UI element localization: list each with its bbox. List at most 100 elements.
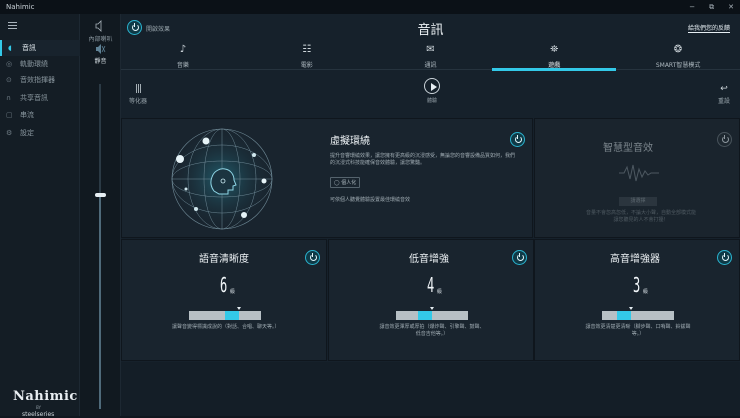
sidebar-item-stream[interactable]: ▢ 串流 bbox=[0, 107, 80, 123]
volume-thumb[interactable] bbox=[95, 192, 106, 197]
voice-clarity-title: 語音清晰度 bbox=[199, 254, 249, 265]
tab-movie[interactable]: ☷ 電影 bbox=[245, 42, 369, 69]
smart-mode-icon: ❂ bbox=[673, 44, 683, 55]
bass-boost-fill bbox=[417, 311, 432, 320]
sidebar-item-label: 音效指揮器 bbox=[20, 76, 55, 84]
sidebar-item-surround[interactable]: ◎ 軌動環繞 bbox=[0, 56, 80, 72]
sidebar-item-settings[interactable]: ⚙ 設定 bbox=[0, 125, 80, 141]
feedback-link[interactable]: 給我們您的反饋 bbox=[687, 23, 730, 33]
surround-icon: ◎ bbox=[6, 60, 13, 68]
sidebar: ◖ 音訊 ◎ 軌動環繞 ⊙ 音效指揮器 ∩ 共享音訊 ▢ 串流 ⚙ 設定 Nah… bbox=[0, 14, 80, 418]
sidebar-item-sound-tracker[interactable]: ⊙ 音效指揮器 bbox=[0, 72, 80, 88]
treble-boost-fill bbox=[616, 311, 631, 320]
tab-gaming[interactable]: ⛯ 遊戲 bbox=[492, 42, 616, 71]
sidebar-item-label: 軌動環繞 bbox=[20, 60, 48, 68]
virtual-surround-power-icon[interactable] bbox=[510, 132, 525, 147]
steelseries-logo: steelseries bbox=[22, 411, 55, 418]
treble-boost-description: 讓音效更清楚更清晰（腳步聲、口哨聲、鈴鈸聲等。） bbox=[585, 324, 691, 337]
treble-boost-unit: 級 bbox=[643, 289, 649, 295]
title-bar: Nahimic − ⧉ ✕ bbox=[0, 0, 740, 14]
voice-clarity-value: 6 bbox=[220, 273, 228, 297]
audio-icon: ◖ bbox=[8, 44, 12, 52]
mute-label: 靜音 bbox=[94, 58, 107, 65]
page-title: 音訊 bbox=[417, 23, 444, 38]
treble-boost-power-icon[interactable] bbox=[717, 250, 732, 265]
speaker-icon[interactable] bbox=[94, 20, 106, 32]
virtual-surround-footer: 可依個人聽覺體驗設置最佳環繞音效 bbox=[330, 197, 411, 203]
music-icon: ♪ bbox=[179, 44, 187, 55]
device-panel: 內部喇叭 靜音 bbox=[80, 14, 121, 416]
bass-boost-power-icon[interactable] bbox=[512, 250, 527, 265]
demo-button[interactable]: 體驗 bbox=[421, 78, 443, 104]
tab-label: 音樂 bbox=[176, 62, 189, 69]
headphones-chip-label: 個人化 bbox=[341, 180, 357, 186]
treble-boost-card: 高音增強器 3 級 讓音效更清楚更清晰（腳步聲、口哨聲、鈴鈸聲等。） bbox=[534, 239, 740, 361]
bass-boost-value: 4 bbox=[427, 273, 435, 297]
voice-clarity-unit: 級 bbox=[230, 289, 236, 295]
bass-boost-marker bbox=[429, 307, 434, 310]
sidebar-item-shared-audio[interactable]: ∩ 共享音訊 bbox=[0, 90, 80, 106]
bass-boost-title: 低音增強 bbox=[409, 254, 449, 265]
stream-icon: ▢ bbox=[6, 111, 13, 119]
headset-icon: ∩ bbox=[6, 94, 12, 102]
voice-clarity-card: 語音清晰度 6 級 讓聲音變得標識成說的（對話、合唱、聊天等。） bbox=[121, 239, 327, 361]
treble-boost-value: 3 bbox=[633, 273, 641, 297]
smart-volume-power-icon[interactable] bbox=[717, 132, 732, 147]
sidebar-item-label: 音訊 bbox=[22, 44, 36, 52]
device-label: 內部喇叭 bbox=[88, 36, 113, 43]
smart-volume-card: 智慧型音效 請選擇 音量不會忽高忽低，不論大小聲，自動全部模式能讓您聽見的人不會… bbox=[534, 118, 740, 238]
close-icon[interactable]: ✕ bbox=[728, 0, 734, 14]
virtual-surround-description: 提升音響環繞效果，讓您擁有更高級的沉浸感受，無論您的音響設備品質如何，我們的沉浸… bbox=[330, 153, 516, 166]
play-icon bbox=[424, 78, 440, 94]
bass-boost-card: 低音增強 4 級 讓音效更渾厚或厚拍（爆炸聲、引擎聲、鼓聲、低音吉他等。） bbox=[328, 239, 534, 361]
reset-button[interactable]: ↩ 重設 bbox=[718, 84, 730, 105]
sidebar-item-label: 串流 bbox=[20, 111, 34, 119]
empty-area bbox=[121, 362, 740, 416]
sidebar-item-label: 設定 bbox=[20, 129, 34, 137]
tab-label: 電影 bbox=[300, 62, 313, 69]
equalizer-button[interactable]: ||| 等化器 bbox=[129, 84, 147, 105]
equalizer-icon: ||| bbox=[134, 84, 142, 94]
equalizer-label: 等化器 bbox=[129, 98, 148, 105]
tab-label: SMART智慧模式 bbox=[655, 62, 701, 69]
treble-boost-slider[interactable] bbox=[602, 307, 674, 320]
tab-communication[interactable]: ✉ 通訊 bbox=[369, 42, 493, 69]
tab-label: 通訊 bbox=[424, 62, 437, 69]
movie-icon: ☷ bbox=[302, 44, 312, 55]
demo-label: 體驗 bbox=[426, 98, 437, 104]
settings-icon: ⚙ bbox=[6, 129, 13, 137]
reset-icon: ↩ bbox=[720, 84, 728, 94]
smart-volume-title: 智慧型音效 bbox=[603, 143, 653, 154]
tab-smart-mode[interactable]: ❂ SMART智慧模式 bbox=[616, 42, 740, 69]
surround-sphere-icon bbox=[168, 125, 276, 233]
reset-label: 重設 bbox=[717, 98, 730, 105]
sidebar-item-audio[interactable]: ◖ 音訊 bbox=[0, 40, 80, 56]
toolbar: ||| 等化器 體驗 ↩ 重設 bbox=[121, 74, 740, 118]
window-title: Nahimic bbox=[6, 3, 35, 11]
minimize-icon[interactable]: − bbox=[689, 0, 695, 14]
smart-volume-select-button[interactable]: 請選擇 bbox=[619, 197, 657, 206]
virtual-surround-card: 虛擬環繞 提升音響環繞效果，讓您擁有更高級的沉浸感受，無論您的音響設備品質如何，… bbox=[121, 118, 533, 238]
smart-volume-description: 音量不會忽高忽低，不論大小聲，自動全部模式能讓您聽見的人不會打擾！ bbox=[585, 210, 696, 223]
voice-clarity-power-icon[interactable] bbox=[305, 250, 320, 265]
logo-by-text: BY bbox=[36, 405, 41, 410]
sound-tracker-icon: ⊙ bbox=[6, 76, 12, 84]
headphones-chip[interactable]: ◯ 個人化 bbox=[330, 177, 361, 188]
tab-label: 遊戲 bbox=[548, 62, 561, 69]
voice-clarity-marker bbox=[237, 307, 242, 310]
maximize-icon[interactable]: ⧉ bbox=[709, 0, 714, 14]
bass-boost-description: 讓音效更渾厚或厚拍（爆炸聲、引擎聲、鼓聲、低音吉他等。） bbox=[379, 324, 485, 337]
bass-boost-slider[interactable] bbox=[396, 307, 468, 320]
virtual-surround-title: 虛擬環繞 bbox=[330, 136, 370, 147]
tab-music[interactable]: ♪ 音樂 bbox=[121, 42, 245, 69]
main-panel: 開啟效果 音訊 給我們您的反饋 ♪ 音樂 ☷ 電影 ✉ 通訊 ⛯ 遊戲 ❂ SM… bbox=[121, 14, 740, 416]
volume-fill bbox=[99, 194, 101, 409]
window-controls: − ⧉ ✕ bbox=[689, 0, 734, 14]
volume-slider[interactable] bbox=[99, 84, 101, 409]
waveform-icon bbox=[619, 164, 659, 182]
mute-icon[interactable] bbox=[95, 44, 106, 54]
sidebar-item-label: 共享音訊 bbox=[20, 94, 48, 102]
header: 開啟效果 音訊 給我們您的反饋 bbox=[121, 14, 740, 42]
voice-clarity-slider[interactable] bbox=[189, 307, 261, 320]
menu-icon[interactable] bbox=[8, 22, 17, 29]
